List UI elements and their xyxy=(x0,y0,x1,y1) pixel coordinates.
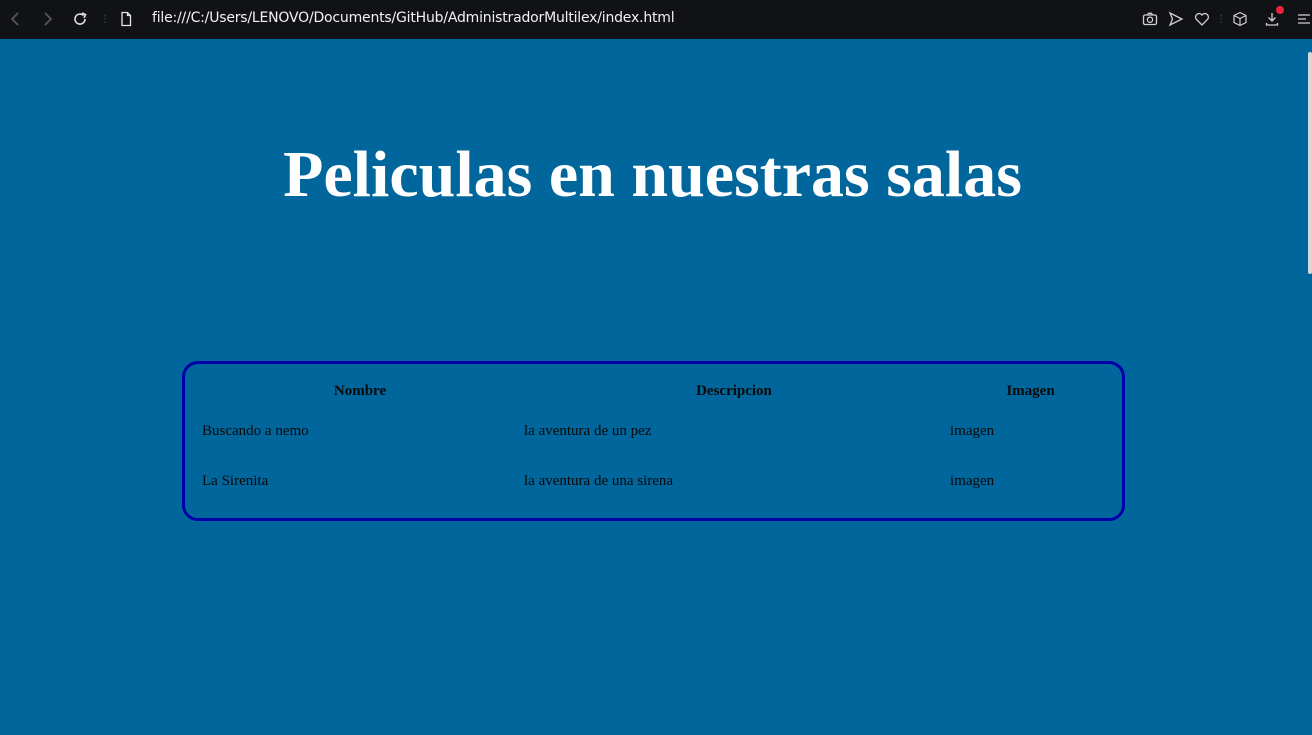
table-row: Buscando a nemo la aventura de un pez im… xyxy=(199,406,1114,456)
menu-icon[interactable] xyxy=(1296,11,1312,27)
cube-icon[interactable] xyxy=(1232,11,1248,27)
notification-dot-icon xyxy=(1276,6,1284,14)
address-bar-url[interactable]: file:///C:/Users/LENOVO/Documents/GitHub… xyxy=(152,10,675,26)
movies-table: Nombre Descripcion Imagen Buscando a nem… xyxy=(199,376,1114,506)
send-icon[interactable] xyxy=(1168,11,1184,27)
table-row: La Sirenita la aventura de una sirena im… xyxy=(199,456,1114,506)
cell-nombre: La Sirenita xyxy=(202,472,269,489)
vertical-scrollbar[interactable] xyxy=(1308,52,1312,274)
camera-icon[interactable] xyxy=(1142,11,1158,27)
heart-icon[interactable] xyxy=(1194,11,1210,27)
forward-arrow-icon[interactable] xyxy=(39,11,55,27)
page-title: Peliculas en nuestras salas xyxy=(283,138,1022,211)
cell-descripcion: la aventura de un pez xyxy=(524,422,652,439)
toolbar-divider-icon: ⋮ xyxy=(100,14,110,25)
file-page-icon xyxy=(118,11,134,27)
toolbar-divider-icon: ⋮ xyxy=(1216,14,1226,25)
column-header-descripcion: Descripcion xyxy=(696,382,772,399)
reload-icon[interactable] xyxy=(72,11,88,27)
column-header-nombre: Nombre xyxy=(333,382,387,399)
cell-imagen: imagen xyxy=(950,422,995,439)
browser-toolbar: ⋮ file:///C:/Users/LENOVO/Documents/GitH… xyxy=(0,0,1312,39)
column-header-imagen: Imagen xyxy=(1006,382,1055,399)
cell-imagen: imagen xyxy=(950,472,995,489)
cell-descripcion: la aventura de una sirena xyxy=(524,472,674,489)
movies-table-container: Nombre Descripcion Imagen Buscando a nem… xyxy=(182,361,1125,521)
table-header-row: Nombre Descripcion Imagen xyxy=(199,376,1114,406)
back-arrow-icon[interactable] xyxy=(8,11,24,27)
cell-nombre: Buscando a nemo xyxy=(202,422,309,439)
